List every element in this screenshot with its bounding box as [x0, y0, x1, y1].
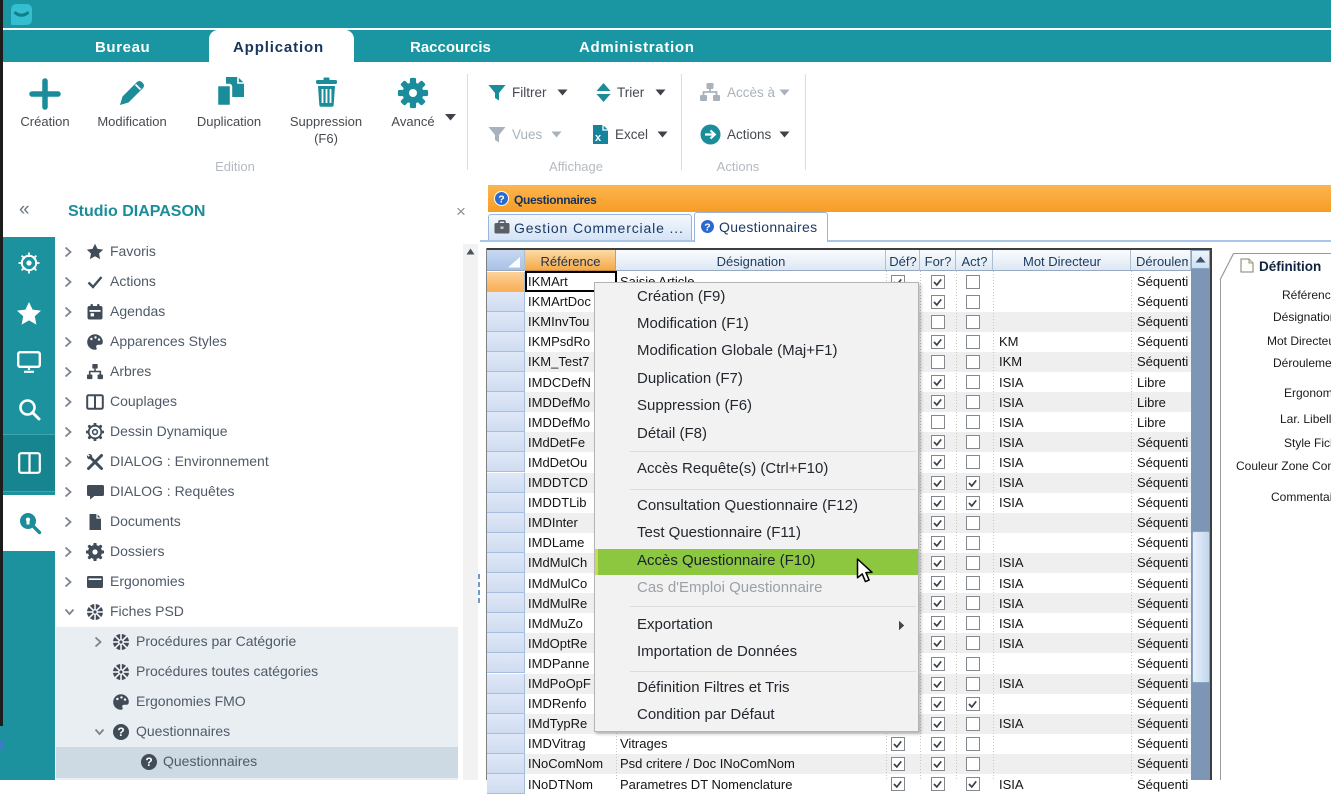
svg-text:?: ?: [145, 755, 152, 769]
svg-text:x: x: [595, 132, 602, 144]
svg-text:?: ?: [498, 193, 504, 205]
svg-text:?: ?: [704, 221, 710, 233]
svg-text:?: ?: [117, 725, 124, 739]
